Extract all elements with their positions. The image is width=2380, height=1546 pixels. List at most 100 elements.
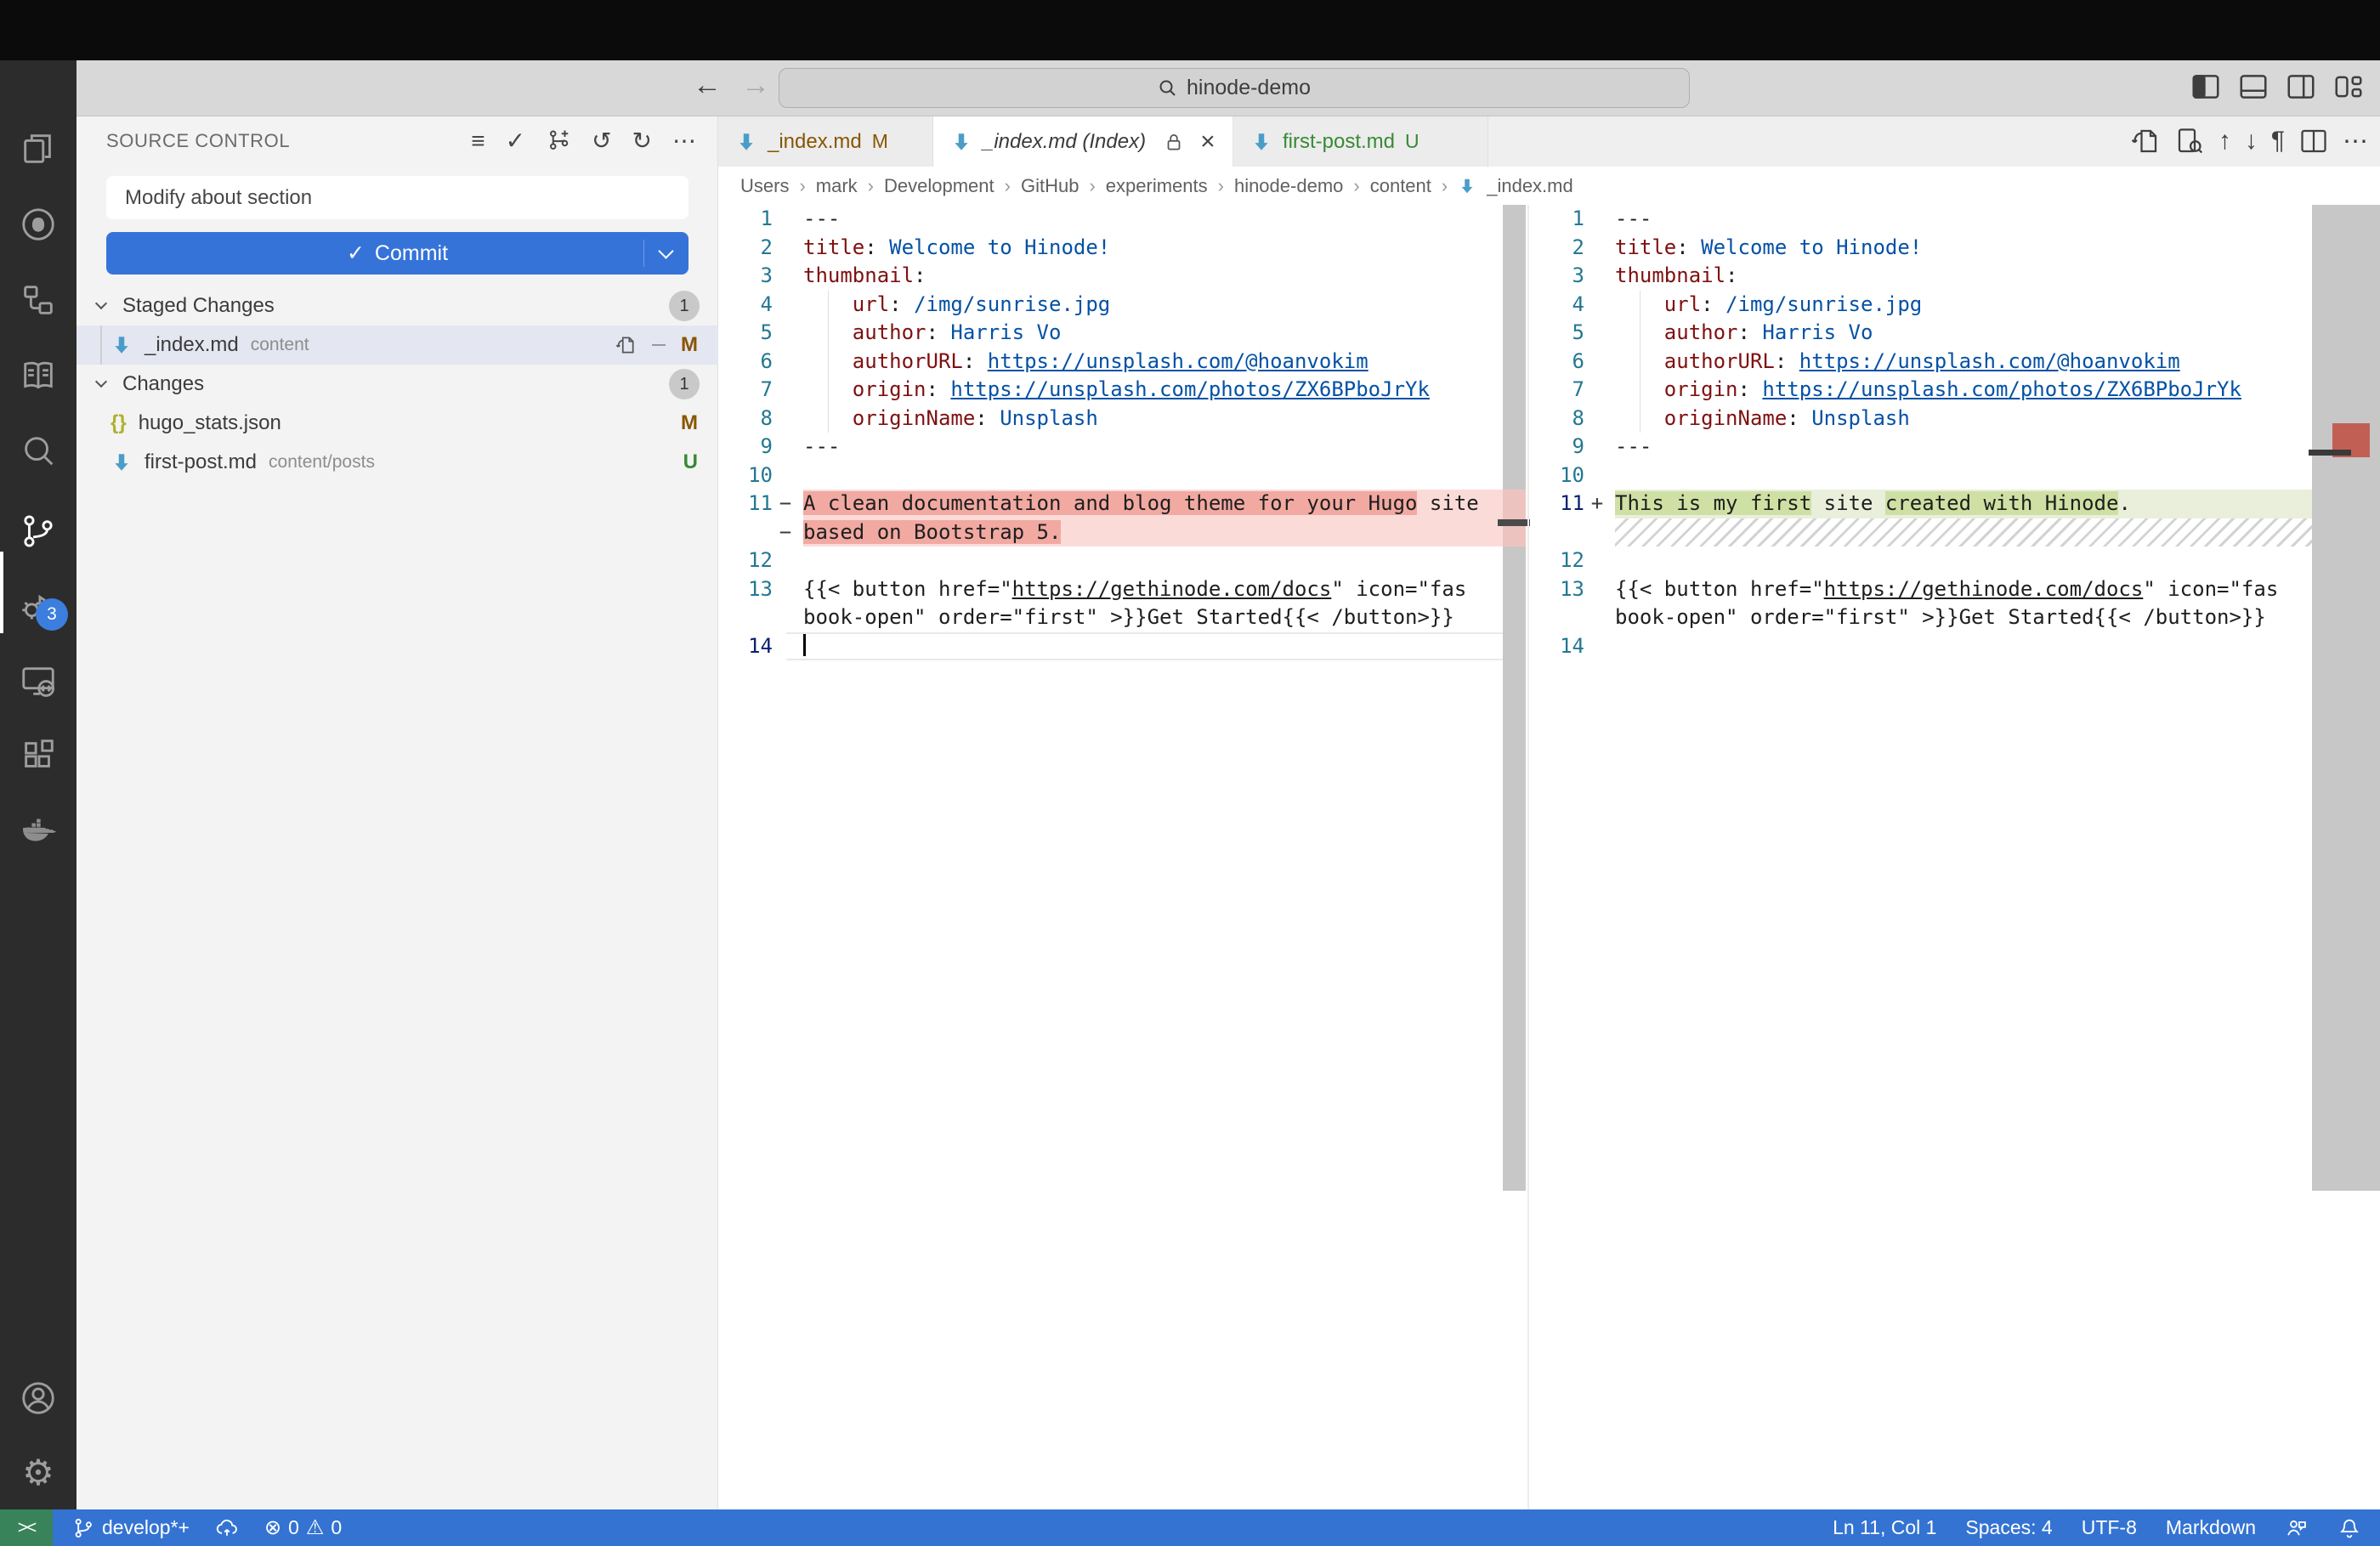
code-row[interactable]: 6 authorURL: https://unsplash.com/@hoanv… [1530, 348, 2312, 377]
code-row[interactable]: 2title: Welcome to Hinode! [1530, 234, 2312, 263]
unstage-icon[interactable]: — [652, 337, 666, 353]
more-actions-icon[interactable]: ⋯ [2343, 127, 2368, 156]
next-change-icon[interactable]: ↓ [2245, 127, 2258, 156]
breadcrumb-item[interactable]: _index.md [1487, 175, 1573, 197]
extensions-icon[interactable] [0, 718, 76, 793]
code-row[interactable]: book-open" order="first" >}}Get Started{… [1530, 603, 2312, 632]
code-row[interactable]: 8 originName: Unsplash [1530, 405, 2312, 433]
problems-status-item[interactable]: ⊗ 0 ⚠ 0 [264, 1515, 342, 1540]
refresh-icon[interactable]: ↻ [632, 129, 652, 153]
code-row[interactable]: 13{{< button href="https://gethinode.com… [1530, 575, 2312, 604]
breadcrumb-item[interactable]: mark [816, 175, 858, 197]
code-row[interactable]: 7 origin: https://unsplash.com/photos/ZX… [1530, 376, 2312, 405]
code-row[interactable]: 3thumbnail: [718, 262, 1503, 291]
source-control-icon[interactable] [0, 494, 76, 569]
breadcrumb-item[interactable]: content [1370, 175, 1431, 197]
inline-view-icon[interactable] [2174, 126, 2205, 156]
code-row[interactable]: 12 [1530, 546, 2312, 575]
code-row[interactable]: 10 [1530, 462, 2312, 490]
forward-icon[interactable]: → [741, 69, 770, 102]
code-row[interactable]: 14 [718, 632, 1503, 661]
staged-changes-header[interactable]: Staged Changes 1 [76, 286, 718, 326]
close-icon[interactable]: × [1200, 127, 1216, 156]
code-row[interactable]: 5 author: Harris Vo [1530, 319, 2312, 348]
code-row[interactable]: 14 [1530, 632, 2312, 661]
code-row[interactable]: 13{{< button href="https://gethinode.com… [718, 575, 1503, 604]
diff-modified-pane[interactable]: 1---2title: Welcome to Hinode!3thumbnail… [1530, 205, 2312, 660]
split-editor-icon[interactable] [2298, 126, 2329, 156]
code-row[interactable]: 7 origin: https://unsplash.com/photos/ZX… [718, 376, 1503, 405]
diff-original-pane[interactable]: 1---2title: Welcome to Hinode!3thumbnail… [718, 205, 1503, 660]
more-actions-icon[interactable]: ⋯ [672, 129, 696, 153]
search-icon[interactable] [0, 413, 76, 488]
hierarchy-icon[interactable] [0, 263, 76, 337]
indentation-item[interactable]: Spaces: 4 [1965, 1516, 2052, 1539]
change-file-row[interactable]: {} hugo_stats.json M [76, 404, 718, 443]
customize-layout-icon[interactable] [2332, 71, 2365, 103]
commit-message-input[interactable] [106, 176, 688, 219]
tab-first-post-md[interactable]: first-post.md U [1233, 116, 1488, 167]
staged-file-row[interactable]: _index.md content — M [76, 326, 718, 365]
cursor-position-item[interactable]: Ln 11, Col 1 [1833, 1516, 1936, 1539]
right-scrollbar-thumb[interactable] [2312, 205, 2380, 1191]
feedback-item[interactable] [2285, 1516, 2309, 1540]
commit-button[interactable]: ✓ Commit [106, 232, 688, 275]
github-icon[interactable] [0, 187, 76, 262]
previous-change-icon[interactable]: ↑ [2218, 127, 2231, 156]
whitespace-icon[interactable]: ¶ [2271, 127, 2285, 156]
branch-create-icon[interactable] [546, 128, 571, 154]
tab-index-md-diff[interactable]: _index.md (Index) × [933, 116, 1233, 167]
toggle-secondary-sidebar-icon[interactable] [2285, 71, 2317, 103]
code-row[interactable]: 2title: Welcome to Hinode! [718, 234, 1503, 263]
breadcrumb-item[interactable]: Users [740, 175, 789, 197]
code-row[interactable]: 8 originName: Unsplash [718, 405, 1503, 433]
breadcrumb-item[interactable]: hinode-demo [1234, 175, 1343, 197]
code-row[interactable]: 10 [718, 462, 1503, 490]
code-row[interactable]: book-open" order="first" >}}Get Started{… [718, 603, 1503, 632]
back-icon[interactable]: ← [693, 69, 722, 102]
view-as-list-icon[interactable]: ≡ [471, 129, 484, 153]
diff-sash[interactable] [1527, 205, 1529, 1509]
code-row[interactable] [1530, 518, 2312, 547]
notifications-item[interactable] [2338, 1516, 2361, 1540]
code-row[interactable]: 3thumbnail: [1530, 262, 2312, 291]
code-row[interactable]: 9--- [718, 433, 1503, 462]
code-row[interactable]: 1--- [718, 205, 1503, 234]
left-scrollbar-thumb[interactable] [1503, 205, 1526, 1191]
toggle-panel-icon[interactable] [2237, 71, 2270, 103]
code-row[interactable]: −based on Bootstrap 5. [718, 518, 1503, 547]
breadcrumb-item[interactable]: experiments [1106, 175, 1208, 197]
commit-check-icon[interactable]: ✓ [506, 129, 525, 153]
code-row[interactable]: 6 authorURL: https://unsplash.com/@hoanv… [718, 348, 1503, 377]
remote-indicator[interactable]: >< [0, 1509, 53, 1546]
code-row[interactable]: 4 url: /img/sunrise.jpg [718, 291, 1503, 320]
docker-icon[interactable] [0, 793, 76, 868]
book-icon[interactable] [0, 339, 76, 414]
encoding-item[interactable]: UTF-8 [2082, 1516, 2137, 1539]
code-row[interactable]: 4 url: /img/sunrise.jpg [1530, 291, 2312, 320]
branch-status-item[interactable]: develop*+ [71, 1516, 190, 1540]
open-file-icon[interactable] [2130, 126, 2161, 156]
code-row[interactable]: 5 author: Harris Vo [718, 319, 1503, 348]
settings-gear-icon[interactable]: ⚙ [0, 1435, 76, 1509]
code-row[interactable]: 9--- [1530, 433, 2312, 462]
code-row[interactable]: 11−A clean documentation and blog theme … [718, 490, 1503, 518]
account-icon[interactable] [0, 1361, 76, 1436]
commit-dropdown-icon[interactable] [658, 243, 673, 258]
open-file-icon[interactable] [615, 334, 637, 356]
tab-index-md[interactable]: _index.md M [718, 116, 933, 167]
breadcrumb-item[interactable]: Development [884, 175, 994, 197]
remote-explorer-icon[interactable] [0, 644, 76, 719]
sync-status-item[interactable] [215, 1516, 239, 1540]
code-row[interactable]: 11+This is my first site created with Hi… [1530, 490, 2312, 518]
change-file-row[interactable]: first-post.md content/posts U [76, 443, 718, 482]
breadcrumb-item[interactable]: GitHub [1021, 175, 1079, 197]
changes-header[interactable]: Changes 1 [76, 365, 718, 404]
command-center-search[interactable]: hinode-demo [779, 68, 1690, 108]
history-icon[interactable]: ↺ [592, 129, 611, 153]
toggle-primary-sidebar-icon[interactable] [2190, 71, 2222, 103]
code-row[interactable]: 12 [718, 546, 1503, 575]
code-row[interactable]: 1--- [1530, 205, 2312, 234]
explorer-icon[interactable] [0, 111, 76, 186]
language-mode-item[interactable]: Markdown [2166, 1516, 2256, 1539]
